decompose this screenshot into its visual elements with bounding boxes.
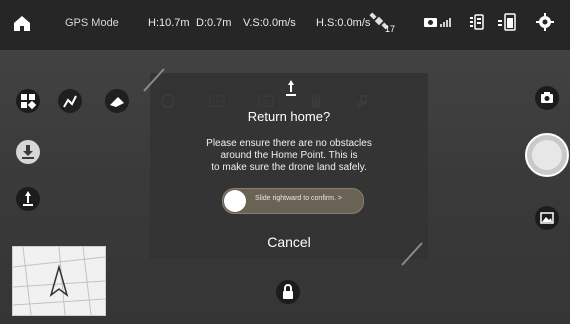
home-icon[interactable] <box>12 13 32 33</box>
lock-icon[interactable] <box>276 280 300 304</box>
top-status-bar: GPS Mode H:10.7m D:0.7m V.S:0.0m/s H.S:0… <box>0 0 570 50</box>
gallery-icon[interactable] <box>535 206 559 230</box>
map-streets <box>12 246 106 316</box>
slider-label: Slide rightward to confirm. > <box>255 195 342 202</box>
dialog-message-line: to make sure the drone land safely. <box>211 162 367 173</box>
slide-to-confirm[interactable]: Slide rightward to confirm. > <box>222 188 364 214</box>
camera-switch-icon[interactable] <box>535 86 559 110</box>
takeoff-icon[interactable] <box>16 140 40 164</box>
return-home-dialog-icon <box>283 80 299 98</box>
satellite-count: 17 <box>385 24 396 34</box>
mini-map[interactable] <box>12 246 106 316</box>
aircraft-arrow-icon <box>49 264 69 297</box>
return-home-dialog: Return home? Please ensure there are no … <box>143 68 428 266</box>
camera-view: GPS Mode H:10.7m D:0.7m V.S:0.0m/s H.S:0… <box>0 0 570 324</box>
dialog-message: Please ensure there are no obstacles aro… <box>150 138 428 174</box>
remote-signal-icon[interactable] <box>468 12 490 32</box>
horizontal-speed-readout: H.S:0.0m/s <box>316 17 371 29</box>
slider-handle[interactable] <box>224 190 246 212</box>
dialog-corner-top-left <box>143 68 165 92</box>
shutter-inner <box>532 140 562 170</box>
flight-mode[interactable]: GPS Mode <box>65 17 119 29</box>
shutter-button[interactable] <box>525 133 569 177</box>
draw-route-icon[interactable] <box>58 89 82 113</box>
dialog-title: Return home? <box>247 109 331 124</box>
tapfly-icon[interactable] <box>105 89 129 113</box>
gear-icon[interactable] <box>536 13 554 31</box>
dialog-message-line: around the Home Point. This is <box>220 150 358 161</box>
dialog-message-line: Please ensure there are no obstacles <box>206 138 372 149</box>
battery-icon[interactable] <box>497 12 519 32</box>
camera-signal-icon[interactable] <box>423 12 453 32</box>
vertical-speed-readout: V.S:0.0m/s <box>243 17 296 29</box>
return-home-icon[interactable] <box>16 187 40 211</box>
distance-readout: D:0.7m <box>196 17 232 29</box>
intelligent-flight-icon[interactable] <box>16 89 40 113</box>
cancel-button[interactable]: Cancel <box>150 234 428 250</box>
height-readout: H:10.7m <box>148 17 190 29</box>
